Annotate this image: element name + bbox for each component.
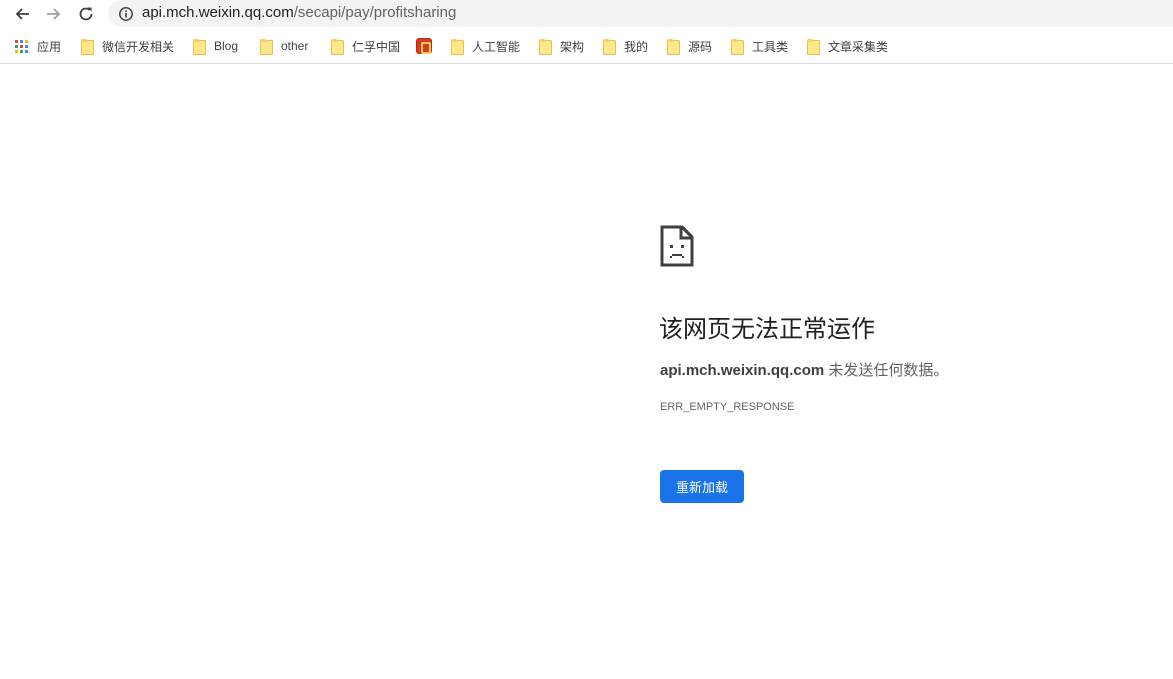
info-icon[interactable]	[118, 6, 134, 22]
reload-icon	[79, 7, 93, 21]
bookmark-architecture[interactable]: 架构	[539, 36, 584, 56]
error-host: api.mch.weixin.qq.com	[660, 362, 825, 379]
folder-icon	[667, 39, 680, 55]
url-text[interactable]: api.mch.weixin.qq.com/secapi/pay/profits…	[142, 4, 456, 22]
url-path: /secapi/pay/profitsharing	[293, 4, 457, 21]
browser-toolbar: api.mch.weixin.qq.com/secapi/pay/profits…	[0, 0, 1173, 28]
forward-button[interactable]	[42, 2, 66, 26]
error-message: 未发送任何数据。	[824, 362, 949, 379]
bookmark-label: 文章采集类	[828, 39, 889, 54]
folder-icon	[603, 39, 616, 55]
reload-toolbar-button[interactable]	[74, 2, 98, 26]
bookmark-mine[interactable]: 我的	[603, 36, 648, 56]
folder-icon	[451, 39, 464, 55]
bookmark-label: 架构	[560, 39, 585, 54]
sad-page-icon	[660, 225, 694, 267]
bookmark-label: 工具类	[752, 39, 789, 54]
error-title: 该网页无法正常运作	[659, 315, 875, 343]
folder-icon	[81, 39, 94, 55]
bookmark-apps[interactable]: 应用	[15, 36, 61, 56]
error-description: api.mch.weixin.qq.com 未发送任何数据。	[660, 361, 948, 381]
toolbar-divider	[0, 63, 1173, 64]
url-host: api.mch.weixin.qq.com	[142, 4, 294, 21]
folder-icon	[260, 39, 273, 55]
apps-grid-icon	[15, 39, 28, 53]
bookmark-label: 人工智能	[472, 39, 521, 54]
bookmark-label: 微信开发相关	[102, 39, 175, 54]
bookmark-label: Blog	[214, 39, 239, 53]
forward-arrow-icon	[47, 8, 61, 20]
bookmark-blog[interactable]: Blog	[193, 36, 238, 56]
bookmark-label: 仁孚中国	[352, 39, 401, 54]
back-button[interactable]	[10, 2, 34, 26]
error-code: ERR_EMPTY_RESPONSE	[660, 401, 795, 413]
bookmark-wechat-dev[interactable]: 微信开发相关	[81, 36, 174, 56]
folder-icon	[539, 39, 552, 55]
site-favicon-icon	[416, 38, 432, 54]
address-bar[interactable]: api.mch.weixin.qq.com/secapi/pay/profits…	[108, 0, 1173, 27]
bookmark-renfu-china[interactable]: 仁孚中国	[331, 36, 400, 56]
bookmark-ai[interactable]: 人工智能	[451, 36, 520, 56]
bookmark-label: 我的	[624, 39, 649, 54]
bookmark-tools[interactable]: 工具类	[731, 36, 788, 56]
bookmark-label: 应用	[37, 39, 62, 54]
back-arrow-icon	[15, 8, 29, 20]
bookmark-label: other	[281, 39, 309, 53]
bookmark-other[interactable]: other	[260, 36, 308, 56]
folder-icon	[331, 39, 344, 55]
bookmarks-bar: 应用 微信开发相关 Blog other 仁孚中国 人工智能 架构 我的 源码 …	[0, 32, 1173, 62]
folder-icon	[807, 39, 820, 55]
reload-button[interactable]: 重新加载	[660, 470, 744, 503]
bookmark-articles[interactable]: 文章采集类	[807, 36, 888, 56]
folder-icon	[731, 39, 744, 55]
bookmark-site[interactable]	[416, 36, 432, 56]
bookmark-source[interactable]: 源码	[667, 36, 712, 56]
bookmark-label: 源码	[688, 39, 713, 54]
folder-icon	[193, 39, 206, 55]
